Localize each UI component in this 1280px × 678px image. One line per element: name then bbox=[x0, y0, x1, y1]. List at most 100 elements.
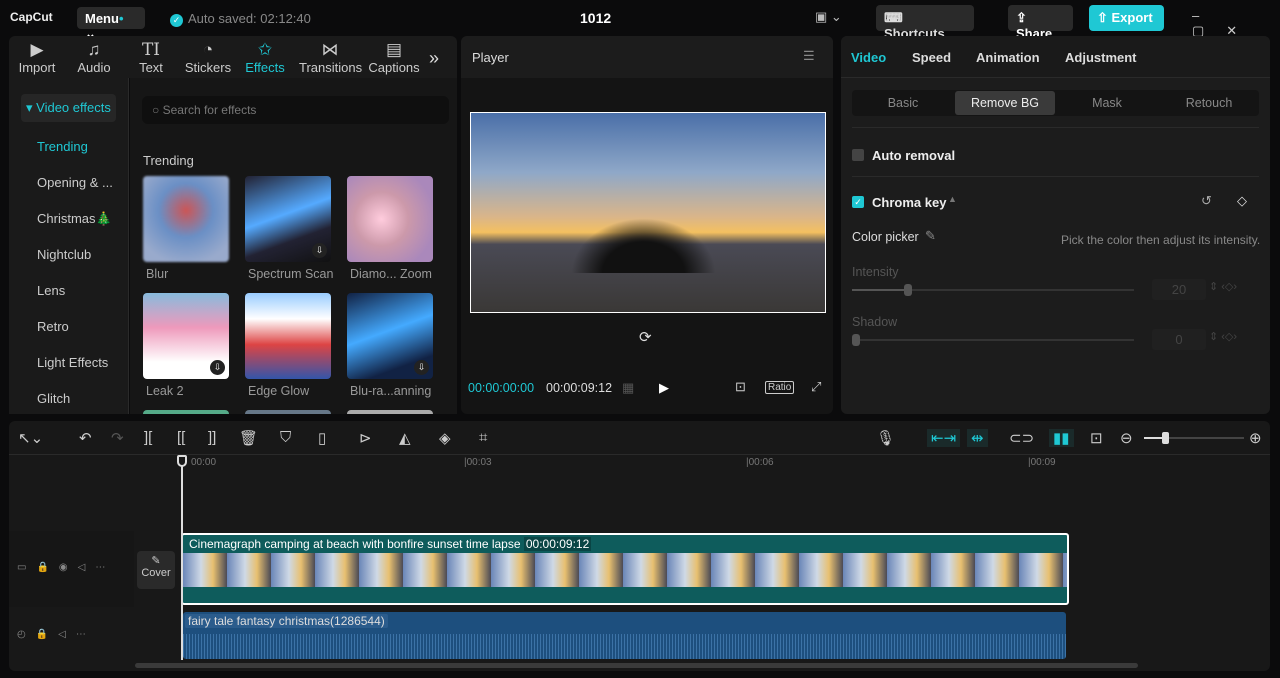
effect-thumb-diamond-zoom[interactable] bbox=[347, 176, 433, 262]
freeze-icon[interactable]: ▯ bbox=[318, 429, 326, 447]
intensity-value-input[interactable]: 20 bbox=[1152, 279, 1206, 300]
effect-thumb-edge-glow[interactable] bbox=[245, 293, 331, 379]
ratio-button[interactable]: Ratio bbox=[765, 381, 795, 394]
shadow-slider[interactable] bbox=[852, 334, 1134, 346]
fullscreen-icon[interactable]: ⤢ bbox=[811, 379, 821, 395]
eyedropper-icon[interactable]: ✎ bbox=[925, 228, 936, 244]
segment-retouch[interactable]: Retouch bbox=[1159, 91, 1259, 115]
crop-icon[interactable]: ⌗ bbox=[479, 429, 487, 446]
select-tool-icon[interactable]: ↖⌄ bbox=[18, 429, 43, 447]
category-label: Video effects bbox=[36, 100, 111, 115]
tab-label: Text bbox=[139, 60, 163, 75]
marker-icon[interactable]: ⛉ bbox=[280, 429, 291, 446]
tab-animation[interactable]: Animation bbox=[976, 50, 1040, 65]
tab-video[interactable]: Video bbox=[851, 50, 886, 65]
shortcuts-button[interactable]: ⌨ Shortcuts bbox=[876, 5, 974, 41]
undo-icon[interactable]: ↶ bbox=[79, 429, 92, 447]
video-effects-category[interactable]: ▾ Video effects bbox=[21, 94, 116, 122]
segment-basic[interactable]: Basic bbox=[853, 91, 953, 115]
tab-audio[interactable]: ♫ Audio bbox=[64, 40, 124, 75]
split-right-icon[interactable]: ]] bbox=[208, 429, 216, 446]
intensity-slider[interactable] bbox=[852, 284, 1134, 296]
split-left-icon[interactable]: [[ bbox=[177, 429, 185, 446]
export-button[interactable]: ⇧ Export bbox=[1089, 5, 1164, 31]
effect-thumb[interactable] bbox=[143, 410, 229, 414]
effect-thumb-leak-2[interactable]: ⇩ bbox=[143, 293, 229, 379]
play-icon[interactable]: ▶ bbox=[659, 380, 669, 396]
reverse-icon[interactable]: ⊳ bbox=[359, 429, 372, 447]
auto-snap-icon[interactable]: ⇹ bbox=[967, 429, 988, 447]
redo-icon[interactable]: ↷ bbox=[111, 429, 124, 447]
playhead[interactable] bbox=[177, 455, 187, 660]
collapse-icon[interactable]: ▲ bbox=[948, 194, 957, 204]
effect-thumb[interactable] bbox=[347, 410, 433, 414]
tab-label: Transitions bbox=[299, 60, 363, 75]
link-icon[interactable]: ⊂⊃ bbox=[1009, 429, 1034, 447]
more-tabs-icon[interactable]: » bbox=[429, 48, 439, 69]
chroma-key-checkbox[interactable]: ✓ bbox=[852, 196, 864, 208]
sidebar-item-trending[interactable]: Trending bbox=[37, 139, 88, 154]
tab-label: Import bbox=[18, 60, 56, 75]
menu-button[interactable]: Menu• ⌄ bbox=[77, 7, 145, 41]
sidebar-item[interactable]: Lens bbox=[37, 283, 65, 298]
effect-thumb-blur[interactable] bbox=[143, 176, 229, 262]
effect-thumb[interactable] bbox=[245, 410, 331, 414]
tab-speed[interactable]: Speed bbox=[912, 50, 951, 65]
share-button[interactable]: ⇪ Share bbox=[1008, 5, 1073, 41]
audio-clip[interactable]: fairy tale fantasy christmas(1286544) bbox=[183, 612, 1066, 659]
video-track-controls[interactable]: ▭🔒◉◁⋯ bbox=[17, 562, 115, 573]
video-clip[interactable]: Cinemagraph camping at beach with bonfir… bbox=[181, 533, 1069, 605]
sidebar-item[interactable]: Opening & ... bbox=[37, 175, 113, 190]
export-label: Export bbox=[1111, 10, 1153, 25]
window-controls[interactable]: –▢✕ bbox=[1192, 8, 1280, 39]
tab-adjustment[interactable]: Adjustment bbox=[1065, 50, 1137, 65]
main-track-magnet-icon[interactable]: ⇤⇥ bbox=[927, 429, 961, 447]
segment-remove-bg[interactable]: Remove BG bbox=[955, 91, 1055, 115]
grid-icon[interactable]: ▦ bbox=[622, 380, 634, 396]
tab-captions[interactable]: ▤ Captions bbox=[364, 40, 424, 75]
tab-effects[interactable]: ✩ Effects bbox=[235, 40, 295, 75]
zoom-fit-icon[interactable]: ⊡ bbox=[1090, 429, 1103, 447]
sidebar-item[interactable]: Christmas🎄 bbox=[37, 211, 112, 227]
microphone-icon[interactable]: 🎙 bbox=[876, 429, 895, 447]
preview-axis-icon[interactable]: ▮▮ bbox=[1049, 429, 1074, 447]
stepper-icon[interactable]: ⇕ ‹◇› bbox=[1209, 330, 1237, 343]
rotate-icon[interactable]: ◈ bbox=[439, 429, 451, 447]
zoom-slider[interactable] bbox=[1144, 432, 1244, 444]
section-title: Trending bbox=[143, 153, 194, 168]
tab-text[interactable]: TI Text bbox=[121, 40, 181, 75]
sidebar-item[interactable]: Glitch bbox=[37, 391, 70, 406]
horizontal-scrollbar[interactable] bbox=[135, 663, 1138, 668]
auto-removal-checkbox[interactable] bbox=[852, 149, 864, 161]
keyframe-icon[interactable]: ◇ bbox=[1237, 193, 1247, 209]
tab-transitions[interactable]: ⋈ Transitions bbox=[299, 40, 363, 75]
download-icon[interactable]: ⇩ bbox=[210, 360, 225, 375]
stepper-icon[interactable]: ⇕ ‹◇› bbox=[1209, 280, 1237, 293]
hamburger-menu-icon[interactable]: ☰ bbox=[803, 48, 815, 64]
shadow-value-input[interactable]: 0 bbox=[1152, 329, 1206, 350]
audio-track-controls[interactable]: ◴🔒◁⋯ bbox=[17, 629, 96, 640]
reset-icon[interactable]: ↺ bbox=[1201, 193, 1212, 209]
video-preview[interactable] bbox=[470, 112, 826, 313]
split-icon[interactable]: ][ bbox=[144, 429, 152, 446]
fullscreen-fit-icon[interactable]: ⊡ bbox=[735, 379, 746, 395]
search-input[interactable]: ○ Search for effects bbox=[142, 96, 449, 124]
cover-button[interactable]: ✎ Cover bbox=[137, 551, 175, 589]
mirror-icon[interactable]: ◭ bbox=[399, 429, 411, 447]
tab-import[interactable]: ▶ Import bbox=[7, 40, 67, 75]
zoom-out-icon[interactable]: ⊖ bbox=[1120, 429, 1133, 447]
layout-icon[interactable]: ▣ ⌄ bbox=[815, 9, 842, 25]
rotate-icon[interactable]: ⟳ bbox=[639, 328, 652, 346]
sidebar-item[interactable]: Retro bbox=[37, 319, 69, 334]
effect-label: Blu-ra...anning bbox=[350, 384, 432, 398]
sidebar-item[interactable]: Light Effects bbox=[37, 355, 108, 370]
segment-mask[interactable]: Mask bbox=[1057, 91, 1157, 115]
download-icon[interactable]: ⇩ bbox=[414, 360, 429, 375]
effect-thumb-spectrum-scan[interactable]: ⇩ bbox=[245, 176, 331, 262]
download-icon[interactable]: ⇩ bbox=[312, 243, 327, 258]
delete-icon[interactable]: 🗑 bbox=[239, 429, 258, 447]
zoom-in-icon[interactable]: ⊕ bbox=[1249, 429, 1262, 447]
effect-thumb-blu-ray-scanning[interactable]: ⇩ bbox=[347, 293, 433, 379]
tab-stickers[interactable]: ◔ Stickers bbox=[178, 40, 238, 75]
sidebar-item[interactable]: Nightclub bbox=[37, 247, 91, 262]
